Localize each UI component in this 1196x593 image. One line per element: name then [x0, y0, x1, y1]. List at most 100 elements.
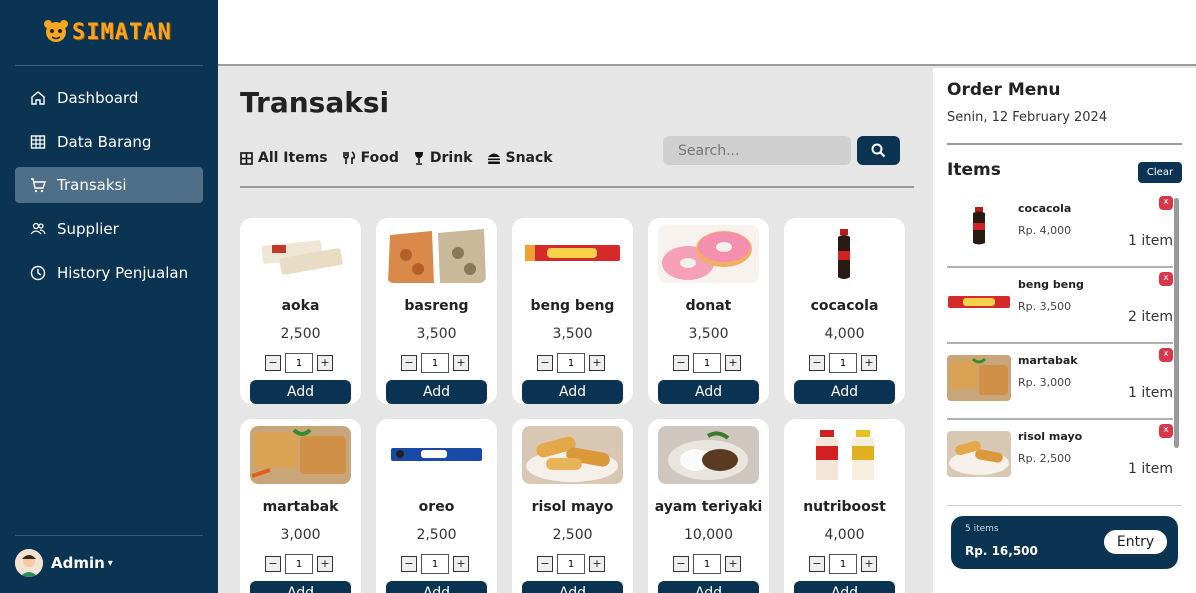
increment-button[interactable]: +: [589, 556, 605, 572]
remove-item-button[interactable]: x: [1159, 348, 1173, 362]
remove-item-button[interactable]: x: [1159, 424, 1173, 438]
add-button[interactable]: Add: [794, 380, 895, 404]
quantity-stepper: − +: [401, 554, 469, 574]
decrement-button[interactable]: −: [265, 556, 281, 572]
add-button[interactable]: Add: [522, 380, 623, 404]
product-card: risol mayo 2,500 − + Add: [512, 419, 633, 593]
add-button[interactable]: Add: [386, 581, 487, 593]
increment-button[interactable]: +: [725, 556, 741, 572]
sidebar-item-label: Transaksi: [57, 176, 127, 195]
order-list: cocacola Rp. 4,000 1 item x beng beng Rp…: [947, 192, 1173, 496]
quantity-field[interactable]: [421, 353, 449, 373]
decrement-button[interactable]: −: [673, 556, 689, 572]
quantity-field[interactable]: [557, 353, 585, 373]
app-logo[interactable]: SIMATAN: [42, 12, 172, 52]
user-name: Admin: [51, 554, 105, 572]
product-name: oreo: [418, 499, 455, 515]
entry-button[interactable]: Entry: [1103, 529, 1168, 555]
add-button[interactable]: Add: [794, 581, 895, 593]
search-input[interactable]: [663, 136, 851, 165]
filter-drink[interactable]: Drink: [413, 150, 473, 166]
sidebar-nav: Dashboard Data Barang Transaksi Supplier…: [15, 80, 203, 298]
quantity-field[interactable]: [829, 353, 857, 373]
order-item-price: Rp. 3,500: [1018, 300, 1072, 313]
decrement-button[interactable]: −: [809, 556, 825, 572]
filter-all-items[interactable]: All Items: [240, 150, 328, 166]
increment-button[interactable]: +: [453, 355, 469, 371]
product-name: cocacola: [810, 298, 879, 314]
quantity-stepper: − +: [673, 554, 741, 574]
add-button[interactable]: Add: [658, 581, 759, 593]
scrollbar-thumb[interactable]: [1174, 198, 1179, 448]
filter-snack[interactable]: Snack: [487, 150, 553, 166]
decrement-button[interactable]: −: [401, 556, 417, 572]
quantity-field[interactable]: [285, 353, 313, 373]
add-button[interactable]: Add: [250, 581, 351, 593]
order-item-count: 5 items: [965, 524, 999, 534]
sidebar-item-label: History Penjualan: [57, 263, 189, 282]
user-menu[interactable]: Admin ▾: [15, 549, 113, 577]
remove-item-button[interactable]: x: [1159, 196, 1173, 210]
increment-button[interactable]: +: [317, 355, 333, 371]
quantity-field[interactable]: [421, 554, 449, 574]
add-button[interactable]: Add: [522, 581, 623, 593]
quantity-field[interactable]: [557, 554, 585, 574]
decrement-button[interactable]: −: [401, 355, 417, 371]
quantity-field[interactable]: [829, 554, 857, 574]
product-name: martabak: [262, 499, 339, 515]
sidebar-item-label: Data Barang: [57, 132, 152, 151]
sidebar-item-label: Supplier: [57, 220, 119, 239]
quantity-field[interactable]: [285, 554, 313, 574]
sidebar-item-history[interactable]: History Penjualan: [15, 255, 203, 291]
sidebar-item-supplier[interactable]: Supplier: [15, 211, 203, 247]
quantity-field[interactable]: [693, 554, 721, 574]
decrement-button[interactable]: −: [537, 556, 553, 572]
quantity-stepper: − +: [809, 353, 877, 373]
filter-food[interactable]: Food: [342, 150, 399, 166]
decrement-button[interactable]: −: [673, 355, 689, 371]
increment-button[interactable]: +: [317, 556, 333, 572]
quantity-stepper: − +: [809, 554, 877, 574]
order-item-qty: 1 item: [1128, 461, 1173, 477]
main-content: Transaksi All Items Food Drink Snack aok: [218, 68, 933, 593]
order-item-qty: 1 item: [1128, 385, 1173, 401]
product-image: [522, 426, 623, 484]
quantity-field[interactable]: [693, 353, 721, 373]
increment-button[interactable]: +: [861, 556, 877, 572]
decrement-button[interactable]: −: [265, 355, 281, 371]
increment-button[interactable]: +: [725, 355, 741, 371]
search-button[interactable]: [857, 136, 900, 165]
order-panel: Order Menu Senin, 12 February 2024 Items…: [933, 68, 1196, 593]
cart-icon: [29, 176, 47, 194]
order-item-name: cocacola: [1018, 202, 1072, 215]
order-item-image: [947, 355, 1011, 401]
increment-button[interactable]: +: [861, 355, 877, 371]
remove-item-button[interactable]: x: [1159, 272, 1173, 286]
product-image: [658, 426, 759, 484]
order-title: Order Menu: [947, 80, 1061, 100]
summary-divider: [947, 505, 1182, 506]
wine-glass-icon: [414, 152, 423, 165]
decrement-button[interactable]: −: [537, 355, 553, 371]
order-item: beng beng Rp. 3,500 2 item x: [947, 268, 1173, 344]
sidebar-item-transaksi[interactable]: Transaksi: [15, 167, 203, 204]
sidebar-item-dashboard[interactable]: Dashboard: [15, 80, 203, 116]
product-card: oreo 2,500 − + Add: [376, 419, 497, 593]
sidebar-divider: [15, 65, 203, 66]
page-title: Transaksi: [240, 86, 390, 119]
search-icon: [871, 143, 886, 158]
add-button[interactable]: Add: [658, 380, 759, 404]
decrement-button[interactable]: −: [809, 355, 825, 371]
grid-icon: [240, 151, 253, 165]
product-price: 10,000: [684, 527, 733, 543]
clear-button[interactable]: Clear: [1138, 162, 1182, 183]
order-item-price: Rp. 3,000: [1018, 376, 1072, 389]
add-button[interactable]: Add: [386, 380, 487, 404]
add-button[interactable]: Add: [250, 380, 351, 404]
increment-button[interactable]: +: [589, 355, 605, 371]
order-item-name: martabak: [1018, 354, 1078, 367]
order-item: cocacola Rp. 4,000 1 item x: [947, 192, 1173, 268]
order-list-scrollbar[interactable]: [1174, 198, 1179, 448]
increment-button[interactable]: +: [453, 556, 469, 572]
sidebar-item-data-barang[interactable]: Data Barang: [15, 124, 203, 160]
